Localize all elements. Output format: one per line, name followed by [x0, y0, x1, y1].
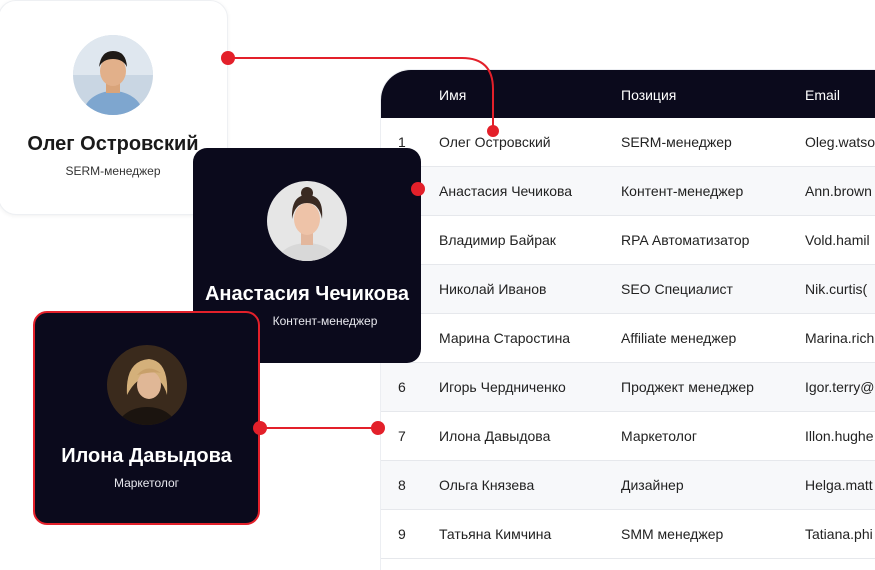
- connector-dot: [487, 125, 499, 137]
- connector-dot: [253, 421, 267, 435]
- connector-dot: [371, 421, 385, 435]
- connector-oleg-line: [228, 57, 494, 131]
- connector-dot: [221, 51, 235, 65]
- connector-lines: [228, 57, 494, 429]
- connector-dot: [411, 182, 425, 196]
